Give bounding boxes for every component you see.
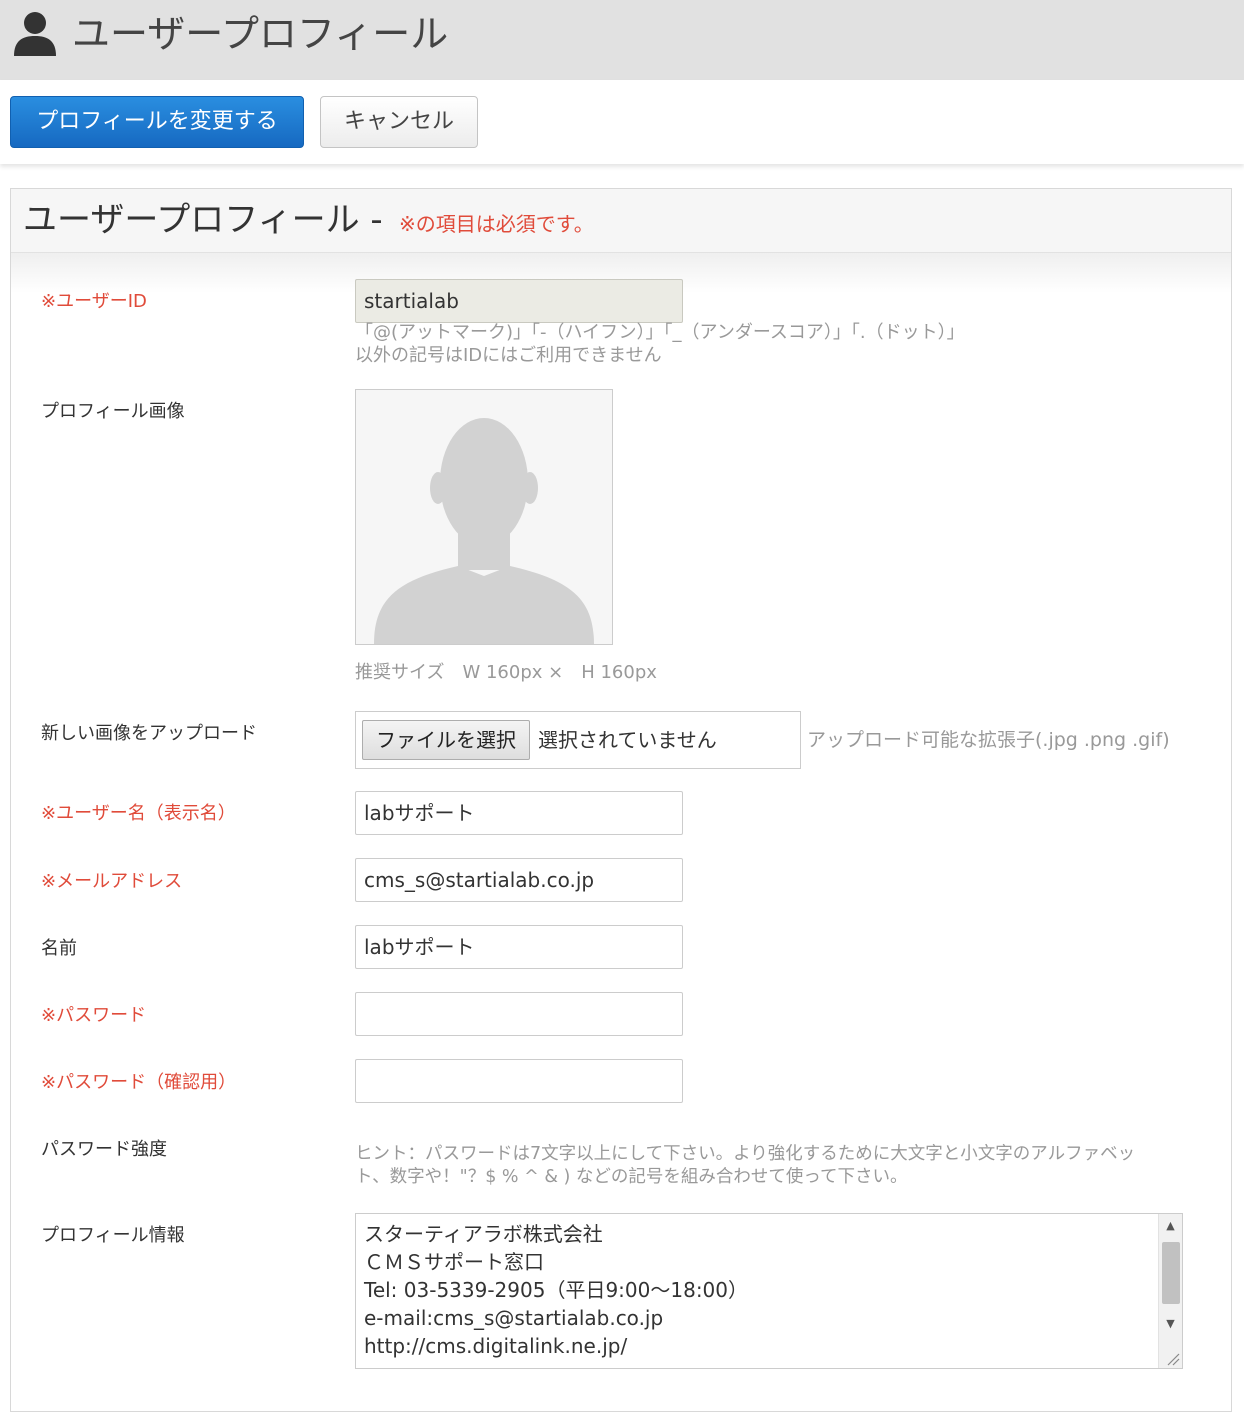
password-confirm-label: ※パスワード（確認用） <box>41 1072 237 1093</box>
cancel-button[interactable]: キャンセル <box>320 96 478 148</box>
profile-info-label: プロフィール情報 <box>41 1225 185 1246</box>
user-id-hint-line1: 「@(アットマーク)」「-（ハイフン）」「_（アンダースコア）」「.（ドット）」 <box>355 322 965 343</box>
user-id-hint-line2: 以外の記号はIDにはご利用できません <box>355 345 662 366</box>
password-hint-line2: ト、数字や！"？$ % ^ & ) などの記号を組み合わせて使って下さい。 <box>355 1167 908 1187</box>
avatar-placeholder-icon <box>356 390 612 644</box>
profile-image <box>355 389 613 645</box>
profile-info-line: ＣＭＳサポート窓口 <box>364 1250 544 1274</box>
password-hint-line1: ヒント：パスワードは7文字以上にして下さい。より強化するために大文字と小文字のア… <box>355 1144 1136 1164</box>
page-title: ユーザープロフィール <box>72 12 449 56</box>
password-strength-label: パスワード強度 <box>41 1139 167 1160</box>
save-profile-button[interactable]: プロフィールを変更する <box>10 96 304 148</box>
image-size-hint: 推奨サイズ W 160px × H 160px <box>355 662 657 683</box>
file-status: 選択されていません <box>538 728 717 752</box>
name-label: 名前 <box>41 938 77 959</box>
password-label: ※パスワード <box>41 1005 147 1026</box>
name-input[interactable]: labサポート <box>355 925 683 969</box>
profile-info-line: Tel: 03-5339-2905（平日9:00～18:00） <box>364 1278 749 1302</box>
password-input[interactable] <box>355 992 683 1036</box>
display-name-input[interactable]: labサポート <box>355 791 683 835</box>
profile-image-label: プロフィール画像 <box>41 401 185 422</box>
email-input[interactable]: cms_s@startialab.co.jp <box>355 858 683 902</box>
profile-info-textarea[interactable]: スターティアラボ株式会社 ＣＭＳサポート窓口 Tel: 03-5339-2905… <box>355 1213 1183 1369</box>
profile-info-line: e-mail:cms_s@startialab.co.jp <box>364 1306 664 1330</box>
panel-header: ユーザープロフィール - ※の項目は必須です。 <box>11 189 1231 253</box>
textarea-scrollbar[interactable]: ▲ ▼ <box>1158 1214 1182 1368</box>
choose-file-button[interactable]: ファイルを選択 <box>362 720 530 760</box>
scroll-up-icon[interactable]: ▲ <box>1159 1216 1182 1236</box>
upload-label: 新しい画像をアップロード <box>41 723 257 744</box>
panel-title: ユーザープロフィール - <box>23 200 383 240</box>
required-note: ※の項目は必須です。 <box>399 212 594 236</box>
profile-info-line: スターティアラボ株式会社 <box>364 1222 603 1246</box>
display-name-label: ※ユーザー名（表示名） <box>41 803 236 824</box>
profile-panel: ユーザープロフィール - ※の項目は必須です。 ※ユーザーID startial… <box>10 188 1232 1412</box>
allowed-extensions: アップロード可能な拡張子(.jpg .png .gif) <box>807 729 1170 751</box>
user-id-label: ※ユーザーID <box>41 291 147 312</box>
profile-info-line: http://cms.digitalink.ne.jp/ <box>364 1334 628 1358</box>
toolbar: プロフィールを変更する キャンセル <box>0 80 1244 164</box>
file-input[interactable]: ファイルを選択 選択されていません <box>355 711 801 769</box>
password-confirm-input[interactable] <box>355 1059 683 1103</box>
scroll-thumb[interactable] <box>1162 1242 1180 1304</box>
scroll-down-icon[interactable]: ▼ <box>1159 1314 1182 1334</box>
email-label: ※メールアドレス <box>41 871 183 892</box>
user-icon <box>14 12 56 56</box>
user-id-field: startialab <box>355 279 683 323</box>
page-header: ユーザープロフィール <box>0 0 1244 80</box>
resize-grip-icon[interactable] <box>1164 1350 1180 1366</box>
